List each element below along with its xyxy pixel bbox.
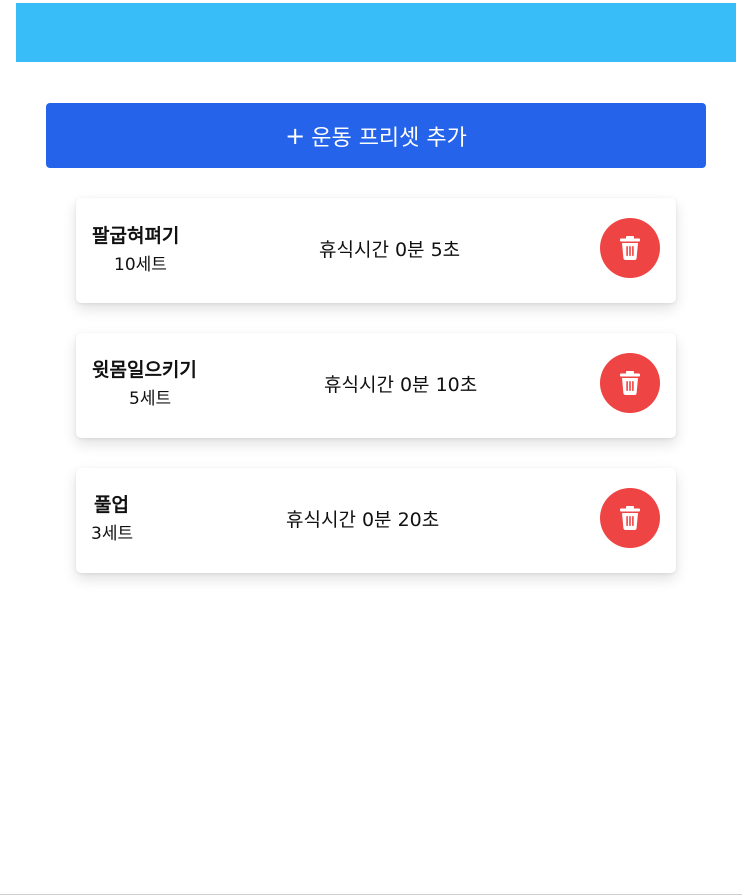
preset-card: 팔굽혀펴기 10세트 휴식시간 0분 5초 [76, 198, 676, 303]
preset-sets: 10세트 [114, 255, 167, 275]
preset-name: 윗몸일으키기 [92, 359, 197, 381]
preset-card: 풀업 3세트 휴식시간 0분 20초 [76, 468, 676, 573]
preset-name: 팔굽혀펴기 [92, 225, 180, 247]
delete-preset-button[interactable] [600, 218, 660, 278]
delete-preset-button[interactable] [600, 488, 660, 548]
trash-icon [620, 236, 640, 260]
delete-preset-button[interactable] [600, 353, 660, 413]
trash-icon [620, 506, 640, 530]
add-preset-button[interactable]: + 운동 프리셋 추가 [46, 103, 706, 168]
top-header-bar [16, 3, 736, 62]
preset-card: 윗몸일으키기 5세트 휴식시간 0분 10초 [76, 333, 676, 438]
plus-icon: + [285, 121, 306, 150]
preset-rest-time: 휴식시간 0분 10초 [324, 374, 478, 396]
preset-rest-time: 휴식시간 0분 20초 [286, 509, 440, 531]
trash-icon [620, 371, 640, 395]
preset-sets: 3세트 [91, 524, 134, 544]
preset-name: 풀업 [94, 494, 129, 516]
preset-rest-time: 휴식시간 0분 5초 [319, 239, 461, 261]
preset-sets: 5세트 [129, 389, 172, 409]
add-preset-label: 운동 프리셋 추가 [311, 125, 467, 151]
